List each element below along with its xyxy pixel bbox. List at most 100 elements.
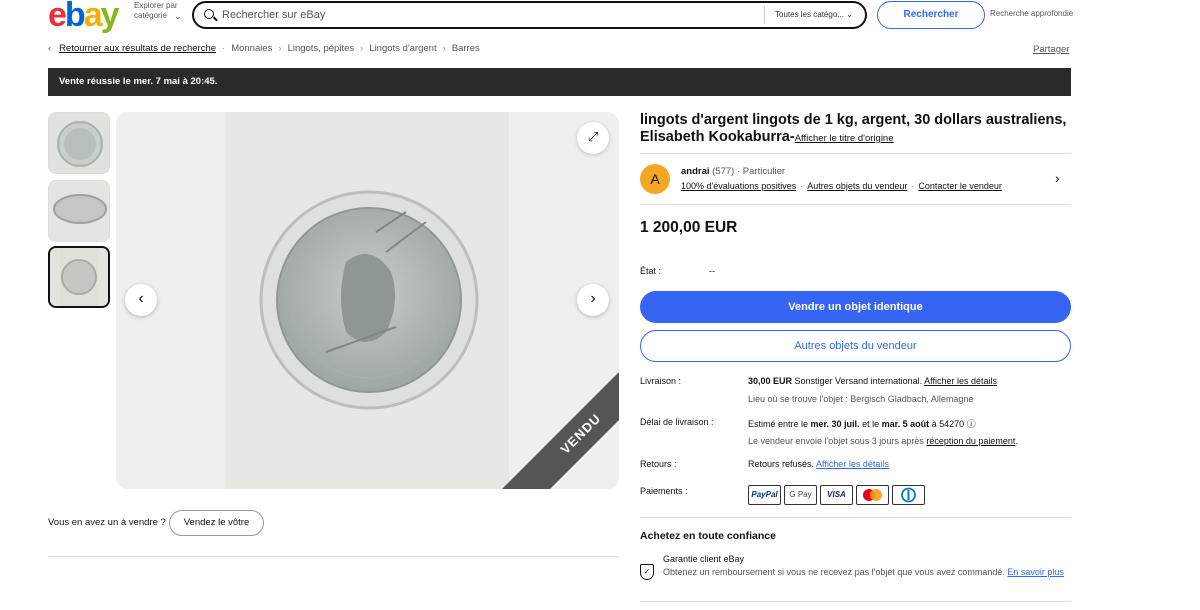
seller-info: andrai (577) · Particulier (681, 166, 785, 177)
chevron-right-icon: › (590, 290, 596, 307)
breadcrumb-item[interactable]: Barres (452, 43, 480, 54)
coin-photo (226, 112, 509, 489)
payment-receipt-link[interactable]: réception du paiement (926, 436, 1015, 446)
search-button[interactable]: Rechercher (877, 1, 985, 29)
sell-similar-button[interactable]: Vendre un objet identique (640, 291, 1071, 323)
share-link[interactable]: Partager (1033, 44, 1069, 55)
category-select[interactable]: Toutes les catégo... ⌄ (764, 6, 864, 24)
returns-text: Retours refusés. (748, 459, 817, 469)
breadcrumb-item[interactable]: Monnaies (231, 43, 272, 54)
payments-label: Paiements : (640, 486, 688, 496)
thumbnail-2[interactable] (48, 180, 110, 242)
show-original-title-link[interactable]: Afficher le titre d'origine (795, 133, 894, 144)
shipping-info: 30,00 EUR Sonstiger Versand internationa… (748, 376, 997, 386)
shield-check-icon: ✓ (640, 564, 654, 580)
learn-more-link[interactable]: En savoir plus (1007, 567, 1064, 577)
explore-label: Explorer par catégorie (134, 1, 178, 20)
shipping-amount: 30,00 EUR (748, 376, 793, 386)
listing-title: lingots d'argent lingots de 1 kg, argent… (640, 112, 1080, 147)
thumbnail-3-selected[interactable] (48, 246, 110, 308)
returns-info: Retours refusés. Afficher les détails (748, 459, 889, 469)
guarantee-text: Obtenez un remboursement si vous ne rece… (663, 567, 1008, 577)
category-select-value: Toutes les catégo... (775, 10, 844, 19)
seller-positive-feedback-link[interactable]: 100% d'évaluations positives (681, 181, 796, 191)
divider (48, 556, 619, 557)
price: 1 200,00 EUR (640, 219, 738, 236)
delivery-middle: et le (859, 419, 882, 429)
dispatch-note-text: Le vendeur envoie l'objet sous 3 jours a… (748, 436, 927, 446)
sell-yours-button[interactable]: Vendez le vôtre (169, 510, 264, 536)
logo-letter-e: e (48, 0, 67, 34)
explore-categories-button[interactable]: Explorer par catégorie ⌄ (134, 1, 184, 21)
shipping-label: Livraison : (640, 376, 682, 386)
mastercard-icon (856, 485, 889, 505)
search-bar[interactable]: Rechercher sur eBay Toutes les catégo...… (192, 1, 867, 29)
guarantee-title: Garantie client eBay (663, 554, 745, 564)
seller-feedback-count: (577) (712, 166, 735, 177)
trust-heading: Achetez en toute confiance (640, 530, 776, 542)
delivery-date-end: mar. 5 août (881, 419, 930, 429)
separator: · (911, 181, 915, 191)
breadcrumb-item[interactable]: Lingots d'argent (369, 43, 436, 54)
separator: · (800, 181, 804, 191)
item-location: Lieu où se trouve l'objet : Bergisch Gla… (748, 394, 974, 404)
diners-club-logo (901, 487, 916, 503)
chevron-left-icon: ‹ (138, 290, 144, 307)
condition-label: État : (640, 266, 662, 276)
previous-image-button[interactable]: ‹ (125, 284, 157, 316)
divider (640, 601, 1071, 602)
delivery-label: Délai de livraison : (640, 417, 714, 427)
seller-other-items-link[interactable]: Autres objets du vendeur (807, 181, 907, 191)
coin-image (259, 190, 479, 410)
breadcrumb-item[interactable]: Lingots, pépites (288, 43, 355, 54)
dispatch-note-end: . (1015, 436, 1018, 446)
search-icon (204, 9, 214, 19)
seller-name[interactable]: andrai (681, 166, 710, 177)
delivery-date-start: mer. 30 juil. (810, 419, 860, 429)
returns-label: Retours : (640, 459, 677, 469)
divider (640, 153, 1071, 154)
divider (640, 204, 1071, 205)
seller-links: 100% d'évaluations positives · Autres ob… (681, 181, 1002, 191)
condition-value: -- (709, 266, 715, 276)
search-input[interactable]: Rechercher sur eBay (222, 9, 325, 21)
chevron-down-icon: ⌄ (174, 11, 182, 21)
delivery-suffix[interactable]: à 54270 ⓘ (929, 419, 976, 429)
breadcrumb-separator: › (278, 43, 282, 54)
chevron-right-icon[interactable]: › (1055, 170, 1060, 186)
expand-image-button[interactable]: ⤢ (577, 122, 609, 154)
logo-letter-a: a (83, 0, 103, 34)
sold-banner: Vente réussie le mer. 7 mai à 20:45. (48, 68, 1071, 96)
dispatch-note: Le vendeur envoie l'objet sous 3 jours a… (748, 436, 1018, 446)
diners-club-icon (892, 485, 925, 505)
main-image-viewer[interactable]: ‹ › ⤢ VENDU (116, 112, 619, 489)
returns-details-link[interactable]: Afficher les détails (816, 459, 889, 469)
sell-question: Vous en avez un à vendre ? (48, 517, 166, 528)
ebay-logo[interactable]: ebay (48, 0, 120, 34)
next-image-button[interactable]: › (577, 284, 609, 316)
breadcrumb: ‹ Retourner aux résultats de recherche ·… (48, 43, 480, 54)
mastercard-logo (863, 489, 882, 501)
seller-avatar[interactable]: A (640, 164, 670, 194)
coin-thumbnail-image (49, 113, 109, 173)
shipping-details-link[interactable]: Afficher les détails (924, 376, 997, 386)
logo-letter-b: b (64, 0, 86, 34)
chevron-down-icon: ⌄ (846, 10, 853, 19)
advanced-search-link[interactable]: Recherche approfondie (990, 9, 1073, 18)
seller-items-button[interactable]: Autres objets du vendeur (640, 330, 1071, 362)
expand-icon: ⤢ (587, 129, 599, 144)
seller-type: · Particulier (736, 166, 786, 177)
contact-seller-link[interactable]: Contacter le vendeur (918, 181, 1002, 191)
shipping-method: Sonstiger Versand international. (792, 376, 925, 386)
breadcrumb-separator: › (360, 43, 364, 54)
coin-thumbnail-image (49, 181, 109, 241)
paypal-icon: PayPal (748, 485, 781, 505)
delivery-estimate: Estimé entre le mer. 30 juil. et le mar.… (748, 417, 976, 430)
chevron-left-icon: ‹ (48, 43, 52, 54)
guarantee-description: Obtenez un remboursement si vous ne rece… (663, 566, 1073, 579)
divider (640, 517, 1071, 518)
back-to-results-link[interactable]: Retourner aux résultats de recherche (59, 43, 216, 54)
breadcrumb-separator: › (442, 43, 446, 54)
thumbnail-1[interactable] (48, 112, 110, 174)
payment-methods: PayPal G Pay VISA (748, 485, 925, 505)
